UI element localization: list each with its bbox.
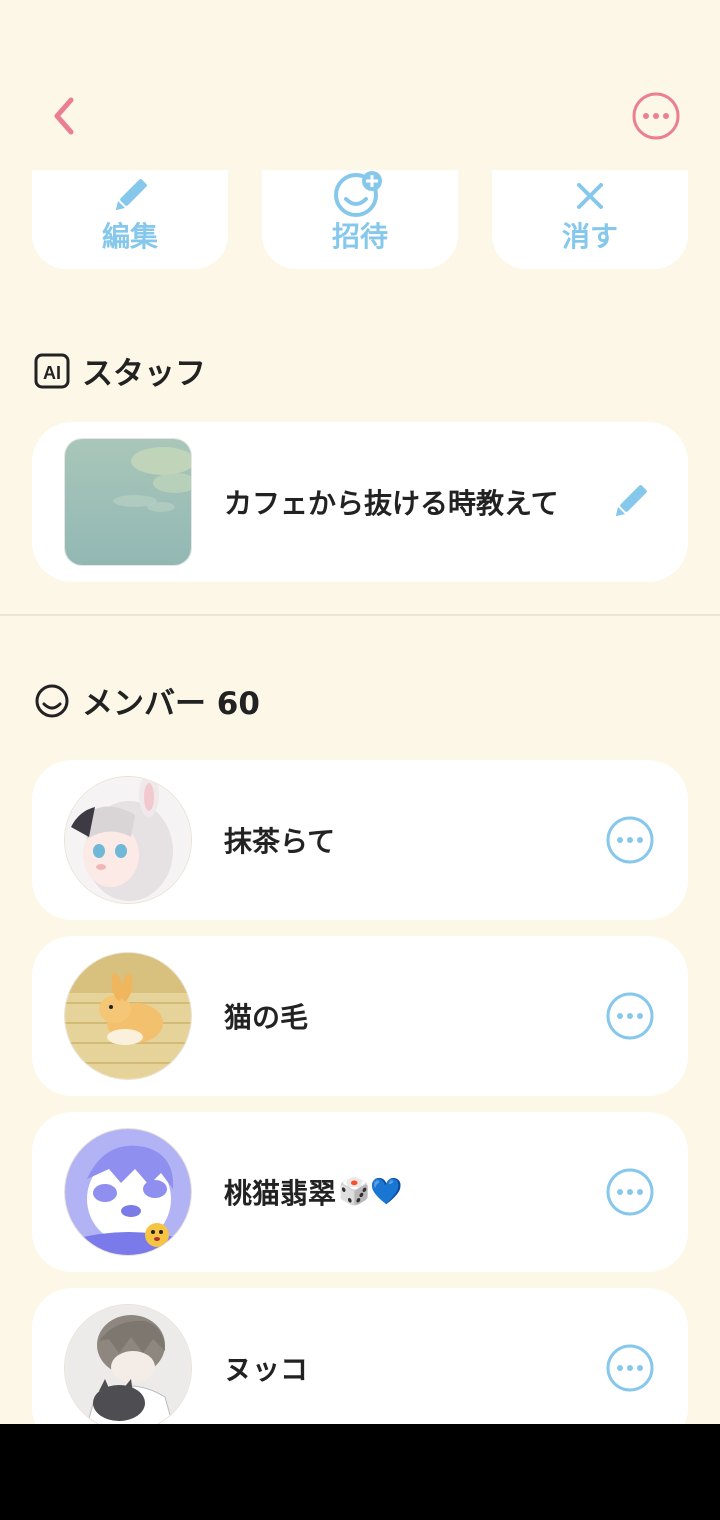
member-name: 抹茶らて — [224, 825, 336, 858]
section-divider — [0, 614, 720, 616]
edit-button[interactable]: 編集 — [32, 170, 228, 269]
more-horizontal-circle-icon — [606, 816, 654, 864]
member-more-button[interactable] — [604, 990, 656, 1042]
more-horizontal-circle-icon — [606, 1344, 654, 1392]
member-name-wrap: 桃猫翡翠 🎲💙 — [224, 1112, 403, 1272]
delete-button[interactable]: 消す — [492, 170, 688, 269]
svg-text:AI: AI — [43, 363, 61, 383]
staff-name: カフェから抜ける時教えて — [224, 487, 559, 520]
staff-section-title: AI スタッフ — [34, 348, 206, 393]
member-emoji: 🎲💙 — [338, 1177, 403, 1207]
invite-button[interactable]: 招待 — [262, 170, 458, 269]
member-more-button[interactable] — [604, 1166, 656, 1218]
rabbit-avatar — [64, 952, 192, 1080]
pencil-icon — [100, 172, 160, 220]
anime-girl-avatar — [64, 776, 192, 904]
member-row[interactable]: 猫の毛 — [32, 936, 688, 1096]
member-name: 猫の毛 — [224, 1001, 309, 1034]
more-horizontal-circle-icon — [606, 1168, 654, 1216]
system-navigation-bar — [0, 1424, 720, 1520]
smile-icon — [34, 683, 70, 719]
delete-label: 消す — [561, 220, 618, 254]
members-title-text: メンバー 60 — [82, 686, 260, 722]
staff-title-text: スタッフ — [82, 356, 206, 392]
member-row[interactable]: 桃猫翡翠 🎲💙 — [32, 1112, 688, 1272]
member-row[interactable]: ヌッコ — [32, 1288, 688, 1424]
ai-badge-icon: AI — [34, 353, 70, 389]
staff-thumbnail — [64, 438, 192, 566]
back-button[interactable] — [40, 92, 88, 140]
staff-edit-button[interactable] — [604, 476, 656, 528]
purple-character-avatar — [64, 1128, 192, 1256]
screen: 編集 招待 消す AI スタッフ カフェから抜ける時教えて メンバー 60 抹茶… — [0, 0, 720, 1424]
staff-item[interactable]: カフェから抜ける時教えて — [32, 422, 688, 582]
member-more-button[interactable] — [604, 1342, 656, 1394]
chevron-left-icon — [54, 97, 74, 135]
more-horizontal-circle-icon — [606, 992, 654, 1040]
pencil-icon — [615, 485, 647, 517]
add-smile-icon — [330, 171, 390, 220]
member-row[interactable]: 抹茶らて — [32, 760, 688, 920]
boy-with-cat-avatar — [64, 1304, 192, 1424]
member-name: 桃猫翡翠 — [224, 1177, 337, 1210]
members-section-title: メンバー 60 — [34, 678, 260, 723]
close-icon — [560, 172, 620, 220]
member-more-button[interactable] — [604, 814, 656, 866]
more-horizontal-circle-icon — [632, 92, 680, 140]
edit-label: 編集 — [101, 220, 158, 254]
member-name: ヌッコ — [224, 1353, 309, 1386]
invite-label: 招待 — [331, 220, 388, 254]
more-options-button[interactable] — [630, 90, 682, 142]
